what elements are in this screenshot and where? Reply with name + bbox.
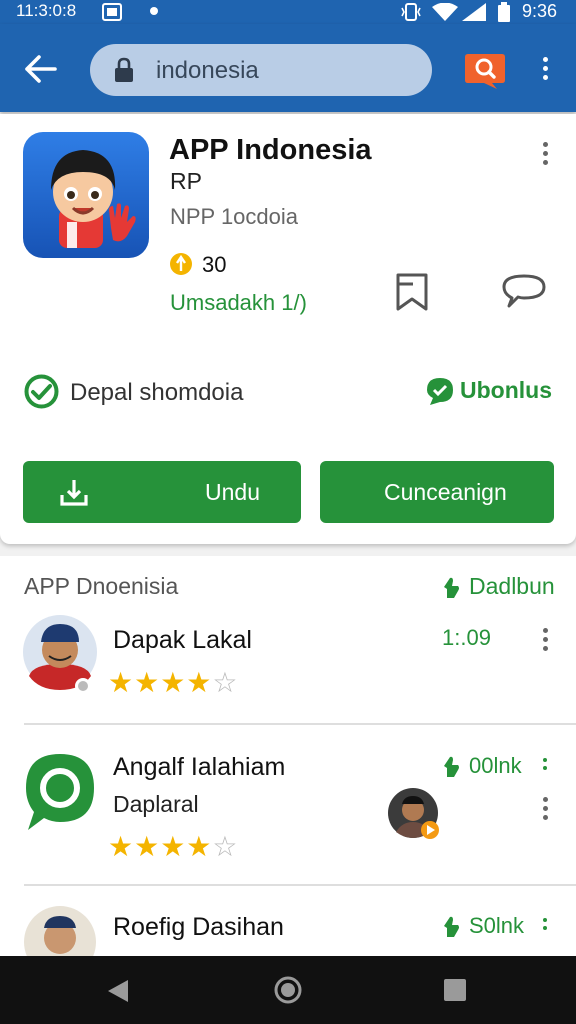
nav-back-icon[interactable] xyxy=(106,978,130,1004)
review-more-icon[interactable] xyxy=(543,758,549,774)
overflow-menu-icon[interactable] xyxy=(543,57,549,84)
screenshot-notification-icon xyxy=(102,3,122,21)
status-bar: 11:3:0:8 9:36 xyxy=(0,0,576,24)
review-name: Angalf Ialahiam xyxy=(113,753,286,781)
review-meta: 1:.09 xyxy=(442,625,491,650)
reviews-header-action[interactable]: Dadlbun xyxy=(469,573,555,600)
review-stars: ★★★★☆ xyxy=(108,831,239,862)
thumb-icon xyxy=(444,756,459,777)
app-rating: 30 xyxy=(202,252,227,277)
cellular-signal-icon xyxy=(462,3,486,21)
review-more-icon[interactable] xyxy=(543,918,549,934)
review-name: Roefig Dasihan xyxy=(113,913,284,941)
feature-left-label: Depal shomdoia xyxy=(70,379,244,406)
app-subtitle: RP xyxy=(170,168,202,194)
verified-chat-icon xyxy=(427,378,453,405)
chat-app-avatar-icon xyxy=(26,754,94,830)
list-divider xyxy=(24,884,576,886)
feature-right-label: Ubonlus xyxy=(460,377,552,403)
battery-icon xyxy=(498,2,510,22)
thumb-icon xyxy=(444,577,459,598)
avatar xyxy=(24,906,96,956)
system-nav-bar xyxy=(0,956,576,1024)
download-button-label: Undu xyxy=(205,479,260,505)
list-item[interactable]: Dapak Lakal 1:.09 ★★★★☆ xyxy=(0,608,576,724)
thumb-icon xyxy=(444,916,459,937)
list-item[interactable]: Roefig Dasihan S0lnk xyxy=(0,896,576,956)
search-field[interactable]: indonesia xyxy=(90,44,432,96)
bookmark-icon[interactable] xyxy=(393,272,431,312)
search-app-icon[interactable] xyxy=(464,52,506,90)
vibrate-icon xyxy=(401,3,421,21)
avatar xyxy=(23,615,97,694)
secondary-button[interactable]: Cunceanign xyxy=(320,461,554,523)
lock-icon xyxy=(115,57,133,82)
status-time-left: 11:3:0:8 xyxy=(16,1,77,20)
app-detail-card: APP Indonesia RP NPP 1ocdoia 30 Umsadakh… xyxy=(0,114,576,544)
download-button[interactable]: Undu xyxy=(23,461,301,523)
nav-recents-icon[interactable] xyxy=(443,978,467,1002)
top-app-bar: indonesia xyxy=(0,24,576,112)
list-item[interactable]: Angalf Ialahiam Daplaral 00lnk ★★★★☆ xyxy=(0,736,576,884)
secondary-button-label: Cunceanign xyxy=(384,479,507,505)
app-developer: NPP 1ocdoia xyxy=(170,204,299,229)
review-subtitle: Daplaral xyxy=(113,791,199,817)
review-name: Dapak Lakal xyxy=(113,626,252,654)
reviews-header: APP Dnoenisia xyxy=(24,573,179,599)
review-more-icon[interactable] xyxy=(543,797,549,824)
check-circle-icon xyxy=(24,374,59,409)
status-time-right: 9:36 xyxy=(522,1,558,21)
search-query: indonesia xyxy=(156,57,259,84)
comment-icon[interactable] xyxy=(501,272,547,310)
review-meta: 00lnk xyxy=(469,753,522,778)
list-divider xyxy=(24,723,576,725)
app-title: APP Indonesia xyxy=(169,134,372,166)
reviews-list: APP Dnoenisia Dadlbun Dapak Lakal 1:.09 … xyxy=(0,556,576,956)
install-icon xyxy=(60,480,88,506)
review-stars: ★★★★☆ xyxy=(108,667,239,698)
back-arrow-icon[interactable] xyxy=(25,55,57,83)
app-icon[interactable] xyxy=(23,132,149,258)
notification-dot-icon xyxy=(150,7,158,15)
rating-badge-icon xyxy=(170,253,192,275)
wifi-icon xyxy=(432,3,458,21)
install-status: Umsadakh 1/) xyxy=(170,290,307,315)
reviewer-avatar xyxy=(388,788,439,839)
review-more-icon[interactable] xyxy=(543,628,549,655)
review-meta: S0lnk xyxy=(469,913,525,938)
nav-home-icon[interactable] xyxy=(273,975,303,1005)
app-more-icon[interactable] xyxy=(543,142,549,169)
